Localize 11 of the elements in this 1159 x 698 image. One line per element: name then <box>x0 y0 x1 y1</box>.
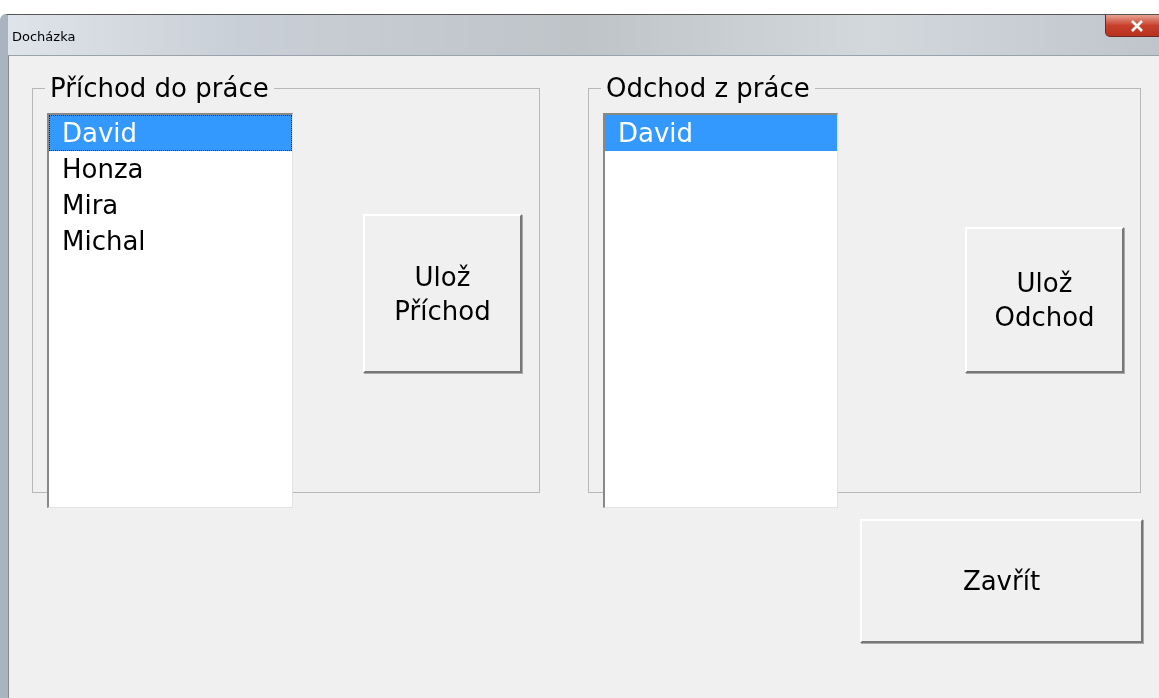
group-title: Odchod z práce <box>605 73 811 103</box>
list-item[interactable]: Mira <box>49 187 292 223</box>
window-title: Docházka <box>12 29 76 44</box>
group-title: Příchod do práce <box>49 73 270 103</box>
save-button[interactable]: Ulož Odchod <box>965 227 1124 373</box>
list-item[interactable]: Honza <box>49 151 292 187</box>
close-icon <box>1130 19 1144 32</box>
close-dialog-button[interactable]: Zavřít <box>860 519 1143 643</box>
save-button[interactable]: Ulož Příchod <box>363 214 522 373</box>
close-button[interactable] <box>1105 15 1159 37</box>
list-item[interactable]: Michal <box>49 223 292 259</box>
